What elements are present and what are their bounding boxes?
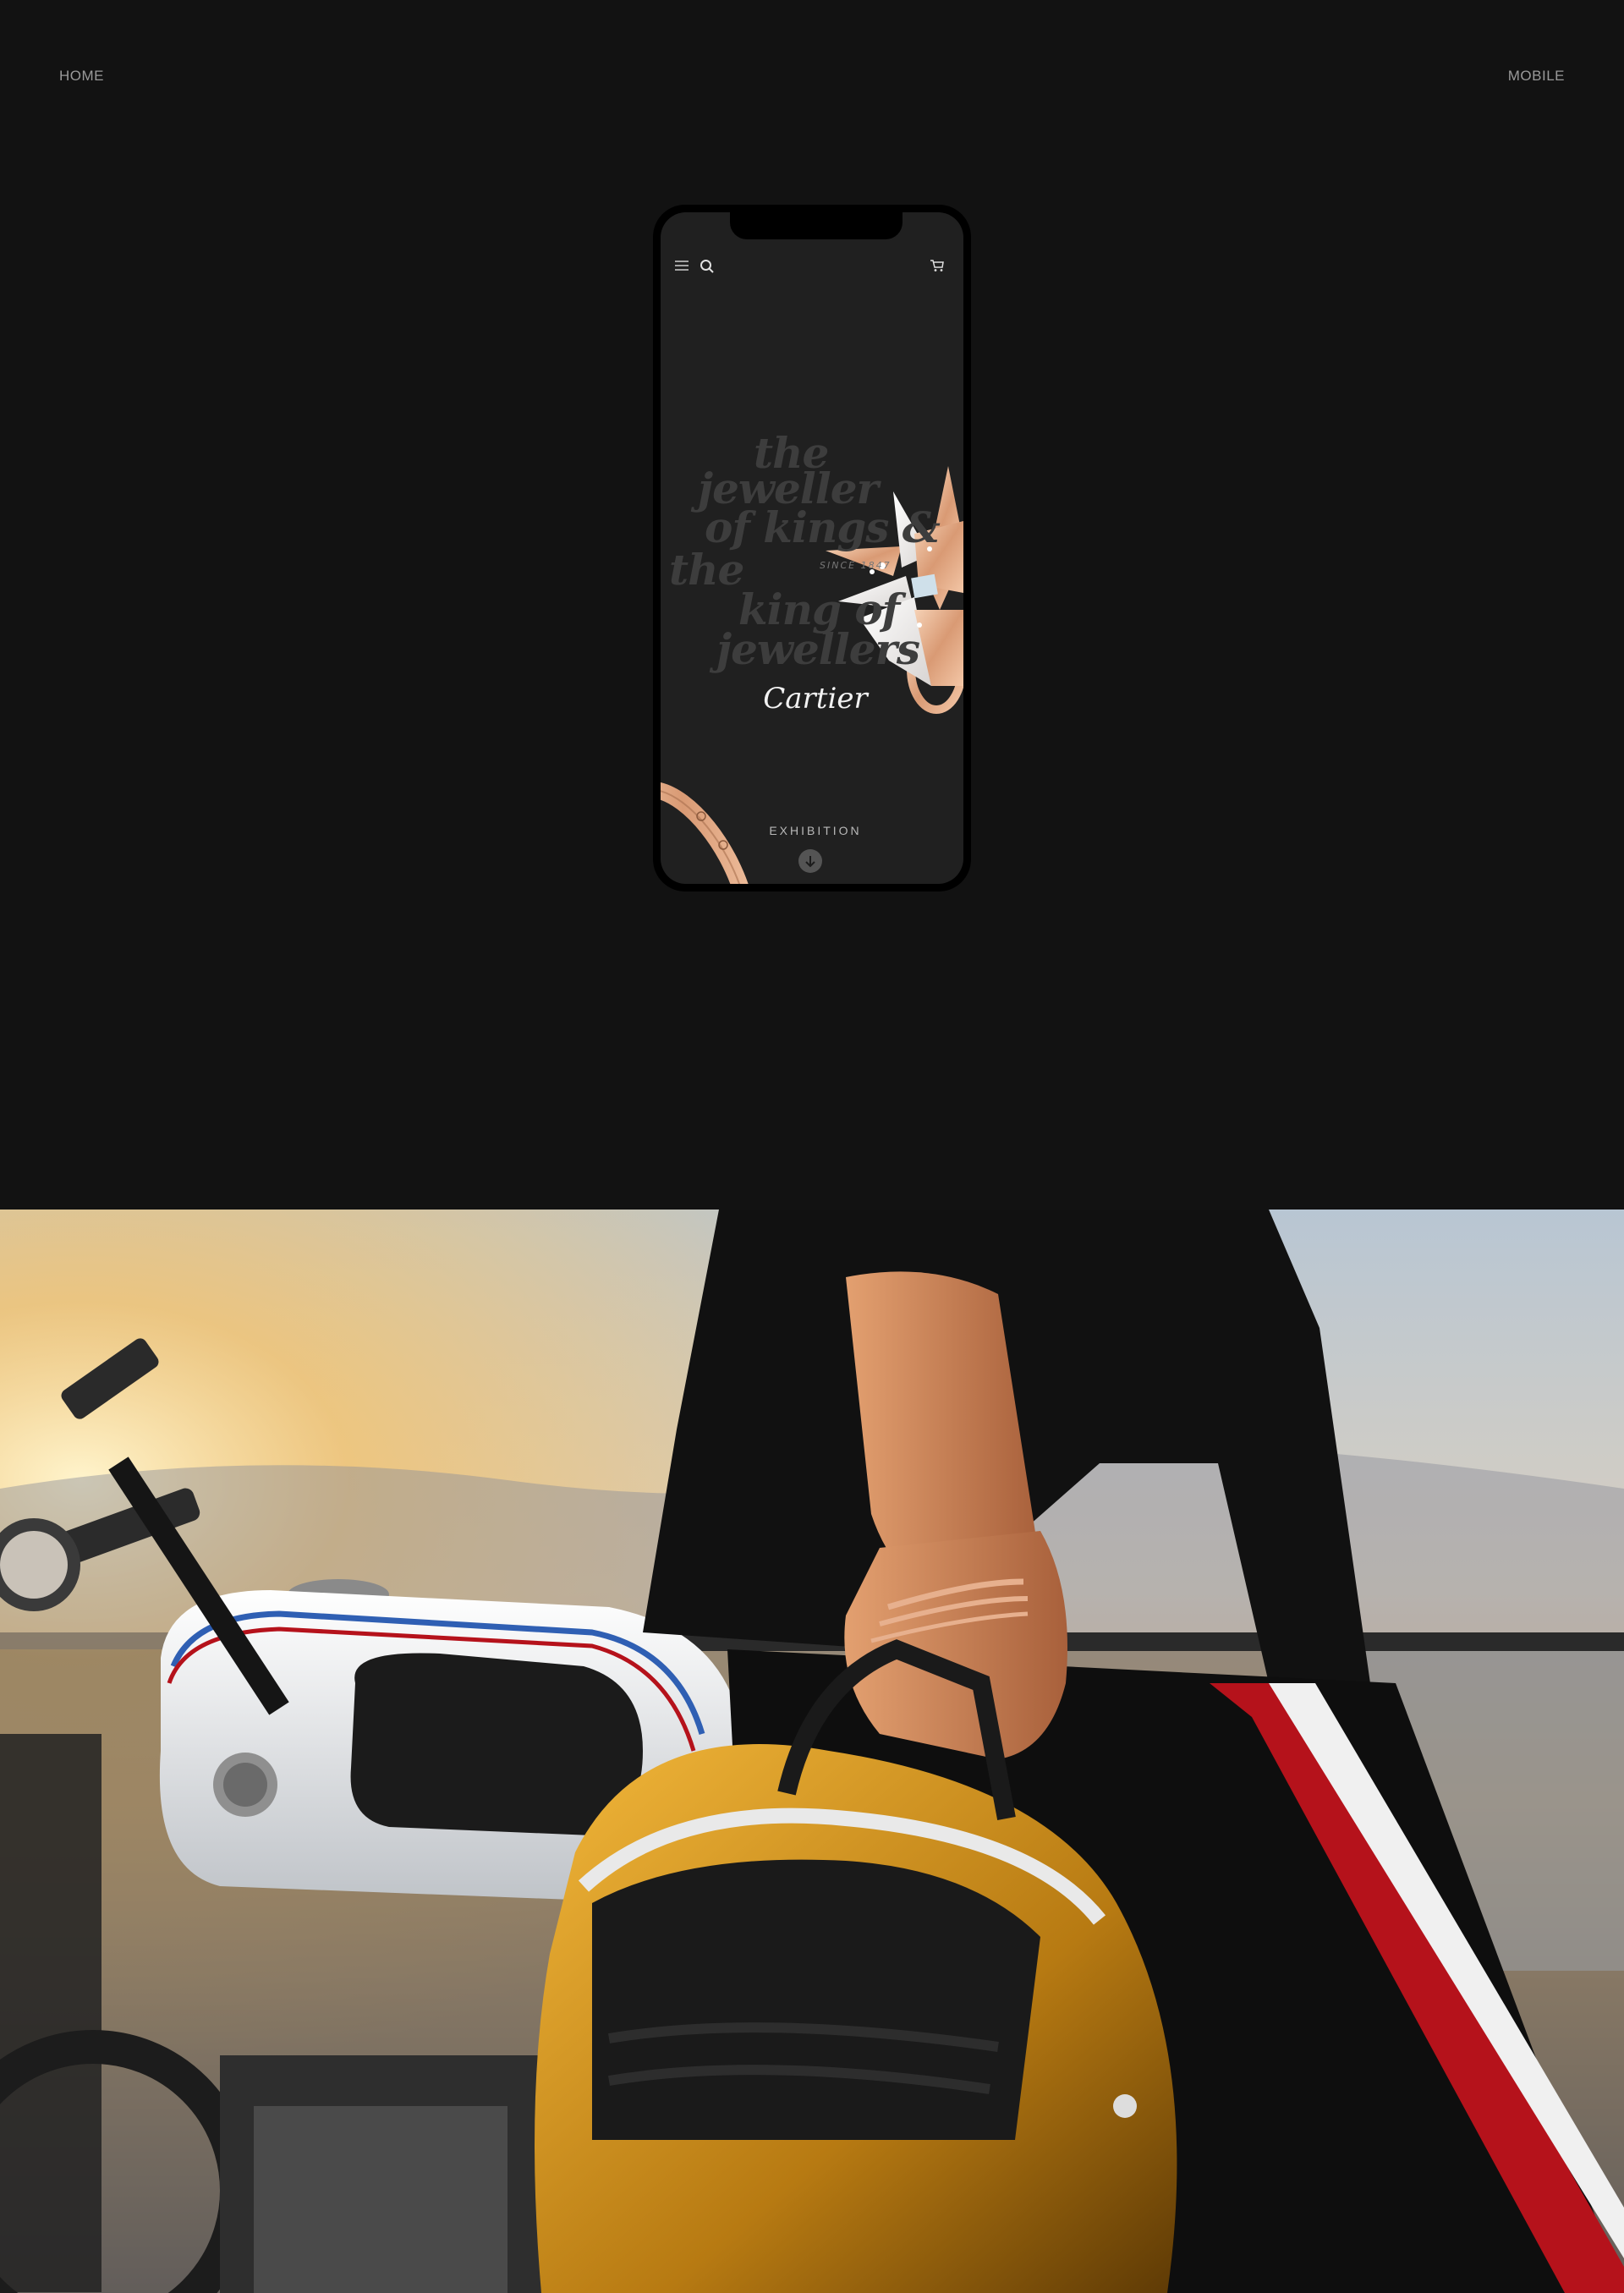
phone-mockup: the jeweller of kings & the king of jewe… (653, 205, 971, 891)
since-label: SINCE 1847 (820, 560, 892, 571)
tagline-line: jewellers (716, 624, 920, 674)
scroll-down-button[interactable] (798, 849, 822, 873)
exhibition-link[interactable]: EXHIBITION (661, 824, 963, 837)
search-icon[interactable] (700, 259, 715, 278)
cart-icon[interactable] (930, 259, 945, 277)
brand-logo: Cartier (763, 682, 868, 716)
phone-notch (730, 212, 903, 239)
menu-icon[interactable] (674, 259, 689, 277)
home-link[interactable]: HOME (59, 68, 104, 85)
arrow-down-icon (805, 856, 815, 868)
phone-screen: the jeweller of kings & the king of jewe… (661, 212, 963, 884)
mobile-label: MOBILE (1507, 68, 1565, 84)
lifestyle-photo (0, 1210, 1624, 2293)
